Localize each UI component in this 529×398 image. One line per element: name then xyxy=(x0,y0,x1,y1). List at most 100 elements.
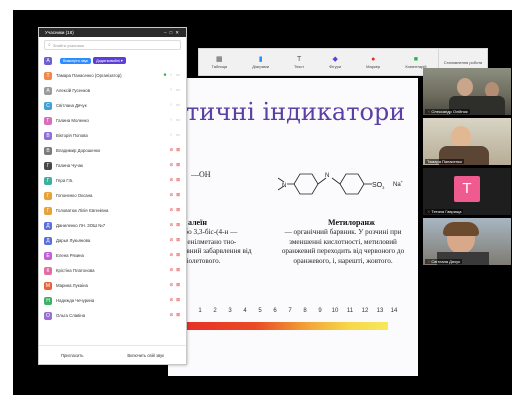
participant-row[interactable]: Г Гера Г.Б. ⊘ ⊠ xyxy=(39,173,186,188)
participant-status-icons: ⊘ ⊠ xyxy=(169,252,180,258)
participant-row[interactable]: Д Даниленко ЛН. ЗОШ №7 ⊘ ⊠ xyxy=(39,218,186,233)
participant-row[interactable]: Г Гопоненко Оксана ⊘ ⊠ xyxy=(39,188,186,203)
microphone-icon[interactable]: ♀ xyxy=(169,117,172,123)
camera-off-icon[interactable]: ⊠ xyxy=(176,162,180,168)
mic-muted-icon: ✕ xyxy=(427,209,431,214)
camera-off-icon[interactable]: ⊠ xyxy=(176,312,180,318)
participant-name: Головатюк Лілія Євгенівна xyxy=(56,208,109,213)
camera-off-icon[interactable]: ⊠ xyxy=(176,297,180,303)
participant-row[interactable]: Г Головатюк Лілія Євгенівна ⊘ ⊠ xyxy=(39,203,186,218)
camera-off-icon[interactable]: ⊠ xyxy=(176,147,180,153)
participant-row[interactable]: С Світлана Дячук ♀ ▭ xyxy=(39,98,186,113)
tool-shapes[interactable]: ◆ Фігури xyxy=(329,56,341,69)
avatar: В xyxy=(44,146,52,155)
comment-icon: ■ xyxy=(413,55,418,63)
camera-icon[interactable]: ▭ xyxy=(176,132,180,138)
microphone-icon[interactable]: ♀ xyxy=(169,102,172,108)
camera-off-icon[interactable]: ⊠ xyxy=(176,252,180,258)
invite-button[interactable]: Пригласить xyxy=(57,352,87,359)
chart-icon: ▮ xyxy=(258,55,263,63)
mic-muted-icon: ✕ xyxy=(427,259,431,264)
mic-muted-icon[interactable]: ⊘ xyxy=(169,252,173,258)
video-tile[interactable]: ✕Олександр Олійник xyxy=(423,68,511,115)
participant-search-input[interactable]: ⌕ Знайти учасника xyxy=(44,40,181,50)
mic-muted-icon[interactable]: ⊘ xyxy=(169,207,173,213)
participant-status-icons: ■ ♀ ▭ xyxy=(164,72,180,78)
mute-all-button[interactable]: Вимкнути звук xyxy=(60,57,92,64)
svg-text:SO3: SO3 xyxy=(372,182,385,190)
camera-icon[interactable]: ▭ xyxy=(176,72,180,78)
video-tile[interactable]: T ✕Тетяна Гаврища xyxy=(423,168,511,215)
video-tile[interactable]: Тамара Панасенко xyxy=(423,118,511,165)
camera-off-icon[interactable]: ⊠ xyxy=(176,267,180,273)
participant-status-icons: ♀ ▭ xyxy=(169,87,180,93)
phenolphthalein-heading: алеїн xyxy=(188,218,207,227)
tool-brush[interactable]: ● Маркер xyxy=(366,56,380,69)
participant-name: Крістіна Платонова xyxy=(56,268,95,273)
microphone-icon[interactable]: ♀ xyxy=(169,87,172,93)
mic-muted-icon[interactable]: ⊘ xyxy=(169,312,173,318)
camera-icon[interactable]: ▭ xyxy=(176,102,180,108)
mic-muted-icon[interactable]: ⊘ xyxy=(169,282,173,288)
tool-comment[interactable]: ■ Коментарій xyxy=(405,56,426,69)
mic-muted-icon[interactable]: ⊘ xyxy=(169,222,173,228)
avatar: К xyxy=(44,266,52,275)
slide-title: тичні індикатори xyxy=(186,98,406,126)
participant-status-icons: ♀ ▭ xyxy=(169,117,180,123)
tool-text[interactable]: T Текст xyxy=(294,56,304,69)
methyl-orange-structure: N N SO3 Na+ xyxy=(277,173,404,195)
avatar: Д xyxy=(44,236,52,245)
microphone-icon[interactable]: ♀ xyxy=(169,132,172,138)
mic-muted-icon[interactable]: ⊘ xyxy=(169,147,173,153)
more-options-button[interactable]: Додатковийнi ▾ xyxy=(93,57,126,64)
participant-name: Надежда Чечурина xyxy=(56,298,95,303)
participant-row[interactable]: К Крістіна Платонова ⊘ ⊠ xyxy=(39,263,186,278)
window-controls[interactable]: –□✕ xyxy=(164,28,182,37)
participant-row[interactable]: В Вікторія Попова ♀ ▭ xyxy=(39,128,186,143)
tool-table[interactable]: ▦ Таблиця xyxy=(212,56,228,69)
text-icon: T xyxy=(296,55,302,63)
ph-2: 2 xyxy=(213,308,217,314)
camera-icon[interactable]: ▭ xyxy=(176,87,180,93)
participant-row[interactable]: О Ольга Славіна ⊘ ⊠ xyxy=(39,308,186,323)
camera-off-icon[interactable]: ⊠ xyxy=(176,237,180,243)
participant-status-icons: ⊘ ⊠ xyxy=(169,147,180,153)
camera-off-icon[interactable]: ⊠ xyxy=(176,192,180,198)
shared-slide: тичні індикатори —OH N N SO3 Na+ алеїн о… xyxy=(168,78,418,376)
ph-6: 6 xyxy=(273,308,277,314)
mic-muted-icon[interactable]: ⊘ xyxy=(169,237,173,243)
participant-row[interactable]: А Алексій Гусенков ♀ ▭ xyxy=(39,83,186,98)
participant-row[interactable]: М Марина Лукаіна ⊘ ⊠ xyxy=(39,278,186,293)
brush-icon: ● xyxy=(371,55,376,63)
microphone-icon[interactable]: ♀ xyxy=(169,72,172,78)
ph-color-bar xyxy=(168,322,388,330)
avatar: М xyxy=(44,281,52,290)
participant-row[interactable]: Е Елена Рязина ⊘ ⊠ xyxy=(39,248,186,263)
participant-row[interactable]: Т Тамара Панасенко (Організатор) ■ ♀ ▭ xyxy=(39,68,186,83)
participants-panel-titlebar: Учасники (18) –□✕ xyxy=(39,28,186,37)
participant-row[interactable]: Г Галина Моленко ♀ ▭ xyxy=(39,113,186,128)
camera-off-icon[interactable]: ⊠ xyxy=(176,282,180,288)
unmute-self-button[interactable]: Включить свій звук xyxy=(123,352,168,359)
participant-name: Галина Моленко xyxy=(56,118,89,123)
mic-muted-icon[interactable]: ⊘ xyxy=(169,162,173,168)
participant-row[interactable]: Д Дарья Лукьянова ⊘ ⊠ xyxy=(39,233,186,248)
camera-off-icon[interactable]: ⊠ xyxy=(176,222,180,228)
camera-off-icon[interactable]: ⊠ xyxy=(176,177,180,183)
ph-8: 8 xyxy=(303,308,307,314)
ph-1: 1 xyxy=(198,308,202,314)
mic-muted-icon[interactable]: ⊘ xyxy=(169,192,173,198)
video-tile[interactable]: ✕Світлана Дячук xyxy=(423,218,511,265)
mic-muted-icon[interactable]: ⊘ xyxy=(169,177,173,183)
participant-row[interactable]: Г Галина Чучак ⊘ ⊠ xyxy=(39,158,186,173)
participant-row[interactable]: В Владимир Дорошенко ⊘ ⊠ xyxy=(39,143,186,158)
mic-muted-icon[interactable]: ⊘ xyxy=(169,267,173,273)
tool-chart[interactable]: ▮ Діаграми xyxy=(252,56,269,69)
participant-row[interactable]: Н Надежда Чечурина ⊘ ⊠ xyxy=(39,293,186,308)
camera-off-icon[interactable]: ⊠ xyxy=(176,207,180,213)
tile-name-label: ✕Світлана Дячук xyxy=(425,259,462,264)
camera-icon[interactable]: ▭ xyxy=(176,117,180,123)
mic-muted-icon[interactable]: ⊘ xyxy=(169,297,173,303)
avatar: Г xyxy=(44,176,52,185)
participant-avatar: T xyxy=(454,176,480,202)
